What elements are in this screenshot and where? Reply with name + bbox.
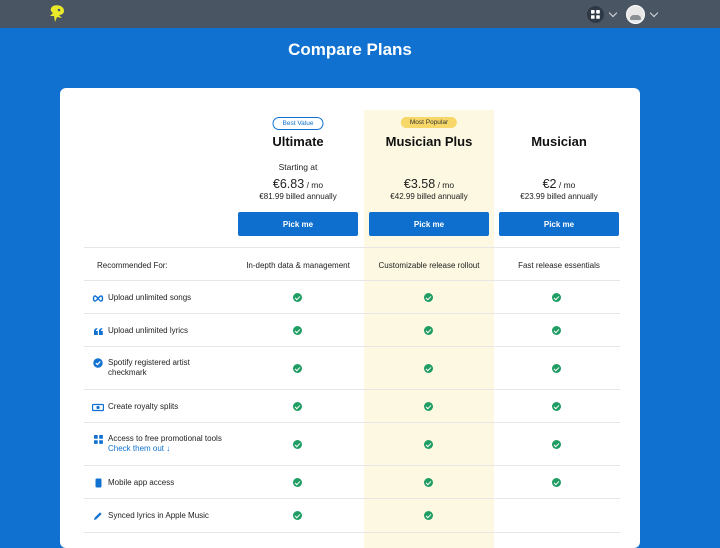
billed-annually: €81.99 billed annually: [259, 192, 337, 201]
check-icon: [424, 440, 433, 449]
check-icon: [424, 511, 433, 520]
user-menu-button[interactable]: [626, 4, 659, 24]
feature-label: Upload unlimited lyrics: [92, 326, 188, 336]
feature-label: Access to free promotional tools Check t…: [92, 434, 222, 454]
check-icon: [552, 326, 561, 335]
phone-icon: [92, 478, 104, 488]
feature-row: Create royalty splits: [84, 389, 620, 423]
grid-icon: [587, 5, 604, 23]
feature-row: Access to free promotional tools Check t…: [84, 422, 620, 466]
recommended-label-text: Recommended For:: [97, 261, 168, 270]
avatar-icon: [626, 4, 645, 24]
feature-text: Spotify registered artist checkmark: [108, 358, 190, 378]
feature-row: Upload unlimited songs: [84, 280, 620, 314]
price-period: / mo: [558, 180, 576, 190]
plan-price: €3.58 / mo: [369, 177, 489, 191]
plan-name: Ultimate: [272, 134, 324, 149]
check-icon: [424, 293, 433, 302]
feature-text: Create royalty splits: [108, 402, 179, 411]
feature-text: Synced lyrics in Apple Music: [108, 511, 209, 520]
feature-text: Upload unlimited lyrics: [108, 326, 189, 335]
infinity-icon: [92, 293, 104, 303]
apps-menu-button[interactable]: [587, 5, 621, 23]
check-icon: [424, 326, 433, 335]
billed-annually: €23.99 billed annually: [520, 192, 598, 201]
check-icon: [293, 402, 302, 411]
feature-text: Mobile app access: [108, 478, 175, 487]
plan-name: Musician: [531, 134, 587, 149]
best-value-badge: Best Value: [272, 117, 324, 130]
top-bar: [0, 0, 720, 28]
check-them-out-link[interactable]: Check them out ↓: [108, 444, 222, 454]
pick-ultimate-button[interactable]: Pick me: [238, 212, 358, 236]
plans-card: Best Value Ultimate Starting at €6.83 / …: [60, 88, 640, 548]
most-popular-badge: Most Popular: [400, 117, 458, 128]
check-icon: [552, 440, 561, 449]
check-icon: [424, 402, 433, 411]
apps-icon: [92, 434, 104, 444]
check-icon: [293, 326, 302, 335]
feature-label: Upload unlimited songs: [92, 293, 191, 303]
price-amount: €6.83: [272, 177, 305, 191]
recommended-ultimate: In-depth data & management: [246, 261, 350, 270]
verified-badge-icon: [92, 358, 104, 368]
feature-text-main: Access to free promotional tools: [108, 434, 222, 443]
check-icon: [552, 402, 561, 411]
check-icon: [293, 511, 302, 520]
billed-annually: €42.99 billed annually: [390, 192, 468, 201]
splits-icon: [92, 402, 104, 412]
check-icon: [293, 478, 302, 487]
recommended-label: Recommended For:: [97, 261, 168, 271]
link-text: Check them out: [108, 444, 165, 453]
recommended-musician-plus: Customizable release rollout: [378, 261, 480, 270]
feature-label: Synced lyrics in Apple Music: [92, 511, 209, 521]
pick-musician-plus-button[interactable]: Pick me: [369, 212, 489, 236]
feature-text: Access to free promotional tools Check t…: [108, 434, 222, 454]
arrow-down-icon: ↓: [166, 444, 171, 453]
check-icon: [552, 478, 561, 487]
feature-text-line1: Spotify registered artist: [108, 358, 190, 367]
pen-icon: [92, 511, 104, 521]
check-icon: [552, 364, 561, 373]
pick-musician-button[interactable]: Pick me: [499, 212, 619, 236]
check-icon: [293, 440, 302, 449]
check-icon: [424, 364, 433, 373]
plan-price: €2 / mo: [499, 177, 619, 191]
price-period: / mo: [306, 180, 324, 190]
feature-row: Synced lyrics in Apple Music: [84, 498, 620, 533]
price-amount: €3.58: [403, 177, 436, 191]
check-icon: [552, 293, 561, 302]
feature-label: Create royalty splits: [92, 402, 178, 412]
price-period: / mo: [437, 180, 455, 190]
check-icon: [293, 293, 302, 302]
check-icon: [424, 478, 433, 487]
plan-price: €6.83 / mo: [238, 177, 358, 191]
price-amount: €2: [542, 177, 557, 191]
page-title: Compare Plans: [288, 40, 412, 59]
feature-row: Upload unlimited lyrics: [84, 313, 620, 347]
feature-row: Spotify registered artist checkmark: [84, 346, 620, 390]
check-icon: [293, 364, 302, 373]
plan-name: Musician Plus: [385, 134, 473, 149]
feature-row: Mobile app access: [84, 465, 620, 499]
starting-at-label: Starting at: [278, 162, 318, 172]
feature-label: Spotify registered artist checkmark: [92, 358, 190, 378]
feature-text-line2: checkmark: [108, 368, 147, 377]
quote-icon: [92, 326, 104, 336]
chevron-down-icon: [608, 8, 618, 17]
recommended-musician: Fast release essentials: [518, 261, 600, 270]
feature-text: Upload unlimited songs: [108, 293, 192, 302]
recommended-row: Recommended For: In-depth data & managem…: [84, 247, 620, 281]
chevron-down-icon: [649, 8, 659, 17]
logo-icon[interactable]: [47, 3, 69, 25]
feature-label: Mobile app access: [92, 478, 174, 488]
